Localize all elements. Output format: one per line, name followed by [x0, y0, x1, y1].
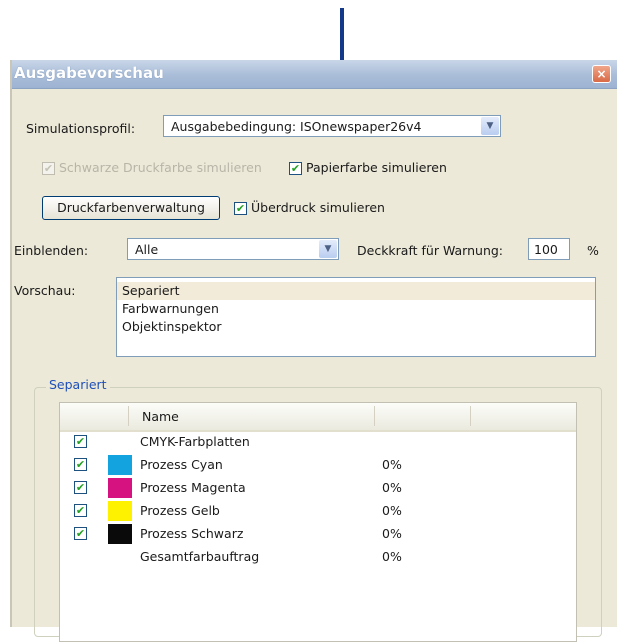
show-value: Alle [135, 242, 159, 257]
separations-table: Name ✔ CMYK-Farbplatten ✔ Prozess Cyan 0… [59, 402, 577, 642]
column-header-name[interactable]: Name [142, 409, 179, 424]
separations-group-title: Separiert [46, 377, 110, 392]
plate-coverage: 0% [382, 549, 402, 564]
plate-visibility-checkbox[interactable]: ✔ [74, 527, 87, 540]
window-title: Ausgabevorschau [14, 64, 164, 82]
plate-visibility-checkbox[interactable]: ✔ [74, 435, 87, 448]
preview-label: Vorschau: [14, 283, 76, 298]
close-button[interactable]: × [592, 65, 611, 83]
warning-opacity-unit: % [587, 243, 599, 258]
simulation-profile-label: Simulationsprofil: [26, 121, 136, 136]
ink-manager-button[interactable]: Druckfarbenverwaltung [42, 196, 220, 220]
header-divider [470, 406, 471, 426]
simulate-black-ink-label: Schwarze Druckfarbe simulieren [59, 160, 262, 175]
plate-coverage: 0% [382, 480, 402, 495]
simulation-profile-dropdown[interactable]: Ausgabebedingung: ISOnewspaper26v4 ▼ [163, 115, 501, 137]
plate-name: Prozess Magenta [140, 480, 246, 495]
title-bar[interactable]: Ausgabevorschau × [12, 60, 617, 89]
warning-opacity-label: Deckkraft für Warnung: [357, 243, 504, 258]
plate-name: Gesamtfarbauftrag [140, 549, 260, 564]
magenta-swatch [108, 478, 132, 498]
plate-coverage: 0% [382, 503, 402, 518]
simulation-profile-value: Ausgabebedingung: ISOnewspaper26v4 [171, 119, 422, 134]
plate-coverage: 0% [382, 526, 402, 541]
plate-name: Prozess Gelb [140, 503, 220, 518]
preview-option-color-warnings[interactable]: Farbwarnungen [117, 300, 595, 318]
plate-name: Prozess Schwarz [140, 526, 244, 541]
plate-visibility-checkbox[interactable]: ✔ [74, 504, 87, 517]
yellow-swatch [108, 501, 132, 521]
header-divider [374, 406, 375, 426]
table-header: Name [60, 403, 576, 432]
simulate-black-ink-checkbox[interactable]: ✔ [42, 162, 55, 175]
chevron-down-icon[interactable]: ▼ [481, 117, 499, 135]
simulate-overprint-checkbox[interactable]: ✔ [234, 202, 247, 215]
preview-option-separated[interactable]: Separiert [117, 282, 595, 300]
plate-visibility-checkbox[interactable]: ✔ [74, 481, 87, 494]
simulate-paper-color-checkbox[interactable]: ✔ [289, 162, 302, 175]
black-swatch [108, 524, 132, 544]
plate-visibility-checkbox[interactable]: ✔ [74, 458, 87, 471]
plate-coverage: 0% [382, 457, 402, 472]
simulate-overprint-label: Überdruck simulieren [251, 200, 385, 215]
chevron-down-icon[interactable]: ▼ [319, 240, 337, 258]
preview-listbox[interactable]: Separiert Farbwarnungen Objektinspektor [116, 277, 596, 357]
plate-name: CMYK-Farbplatten [140, 434, 250, 449]
plate-name: Prozess Cyan [140, 457, 223, 472]
cyan-swatch [108, 455, 132, 475]
header-divider [128, 406, 129, 426]
warning-opacity-input[interactable]: 100 [528, 238, 570, 260]
simulate-paper-color-label: Papierfarbe simulieren [306, 160, 447, 175]
show-dropdown[interactable]: Alle ▼ [127, 238, 339, 260]
preview-option-object-inspector[interactable]: Objektinspektor [117, 318, 595, 336]
output-preview-window: Ausgabevorschau × Simulationsprofil: Aus… [10, 60, 617, 642]
show-label: Einblenden: [14, 243, 89, 258]
